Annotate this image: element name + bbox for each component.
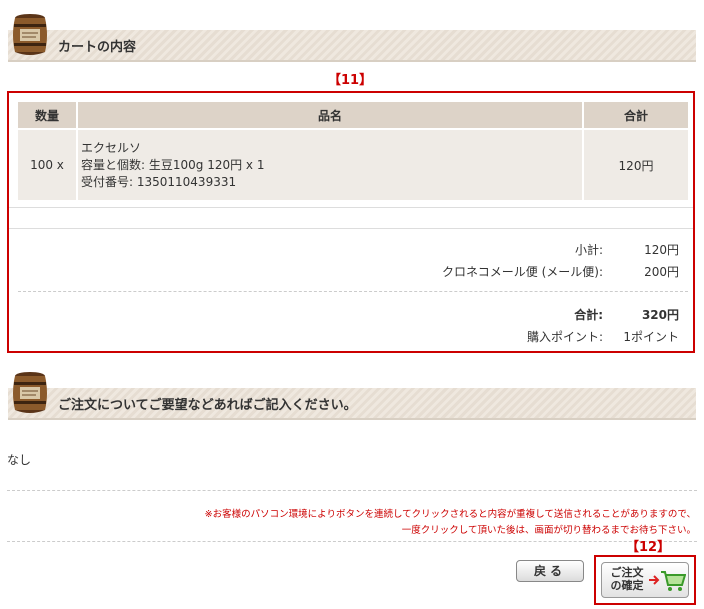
request-section-title: ご注文についてご要望などあればご記入ください。 (58, 398, 357, 413)
header-qty: 数量 (18, 102, 78, 128)
back-button[interactable]: 戻る (516, 560, 584, 582)
shipping-label: クロネコメール便 (メール便): (442, 265, 603, 279)
cart-table: 数量 品名 合計 100 x エクセルソ 容量と個数: 生豆100g 120円 … (18, 102, 688, 200)
barrel-icon (13, 14, 47, 55)
dotted-divider (7, 541, 697, 542)
notice-line-1: ※お客様のパソコン環境によりボタンを連続してクリックされると内容が重複して送信さ… (204, 509, 696, 520)
row-qty: 100 x (18, 128, 78, 200)
confirm-label-line1: ご注文 (610, 566, 644, 579)
request-note: なし (7, 453, 32, 467)
divider (9, 228, 693, 229)
confirm-order-button[interactable]: ご注文 の確定 (601, 562, 689, 598)
subtotal-label: 小計: (574, 243, 603, 257)
dotted-divider (18, 291, 688, 292)
arrow-right-icon (649, 575, 660, 585)
subtotal-value: 120円 (644, 243, 679, 257)
points-value: 1ポイント (623, 330, 679, 344)
item-order-number: 受付番号: 1350110439331 (81, 174, 237, 189)
divider (9, 207, 693, 208)
annotation-12: 【12】 (626, 540, 671, 555)
subtotal-row: 小計: 120円 (379, 241, 679, 259)
points-label: 購入ポイント: (526, 330, 603, 344)
cart-section-header: カートの内容 (8, 30, 696, 62)
total-label: 合計: (574, 308, 603, 322)
header-total: 合計 (584, 102, 688, 128)
confirm-label-line2: の確定 (610, 579, 644, 592)
confirm-label: ご注文 の確定 (607, 566, 647, 592)
total-value: 320円 (641, 308, 679, 322)
dotted-divider (7, 490, 697, 491)
barrel-icon (13, 372, 47, 413)
confirm-highlight: ご注文 の確定 (594, 555, 696, 605)
shipping-row: クロネコメール便 (メール便): 200円 (379, 263, 679, 281)
shipping-value: 200円 (644, 265, 679, 279)
cart-section-title: カートの内容 (58, 40, 137, 55)
item-name: エクセルソ (81, 140, 142, 155)
total-row: 合計: 320円 (379, 306, 679, 324)
item-option: 容量と個数: 生豆100g 120円 x 1 (81, 157, 265, 172)
points-row: 購入ポイント: 1ポイント (379, 328, 679, 346)
header-item: 品名 (78, 102, 584, 128)
request-section-header: ご注文についてご要望などあればご記入ください。 (8, 388, 696, 420)
row-item: エクセルソ 容量と個数: 生豆100g 120円 x 1 受付番号: 13501… (78, 128, 584, 200)
cart-box: 数量 品名 合計 100 x エクセルソ 容量と個数: 生豆100g 120円 … (7, 91, 695, 353)
table-row: 100 x エクセルソ 容量と個数: 生豆100g 120円 x 1 受付番号:… (18, 128, 688, 200)
notice-line-2: 一度クリックして頂いた後は、画面が切り替わるまでお待ち下さい。 (401, 525, 696, 536)
cart-icon (661, 571, 686, 591)
row-price: 120円 (584, 128, 688, 200)
annotation-11: 【11】 (328, 73, 373, 88)
